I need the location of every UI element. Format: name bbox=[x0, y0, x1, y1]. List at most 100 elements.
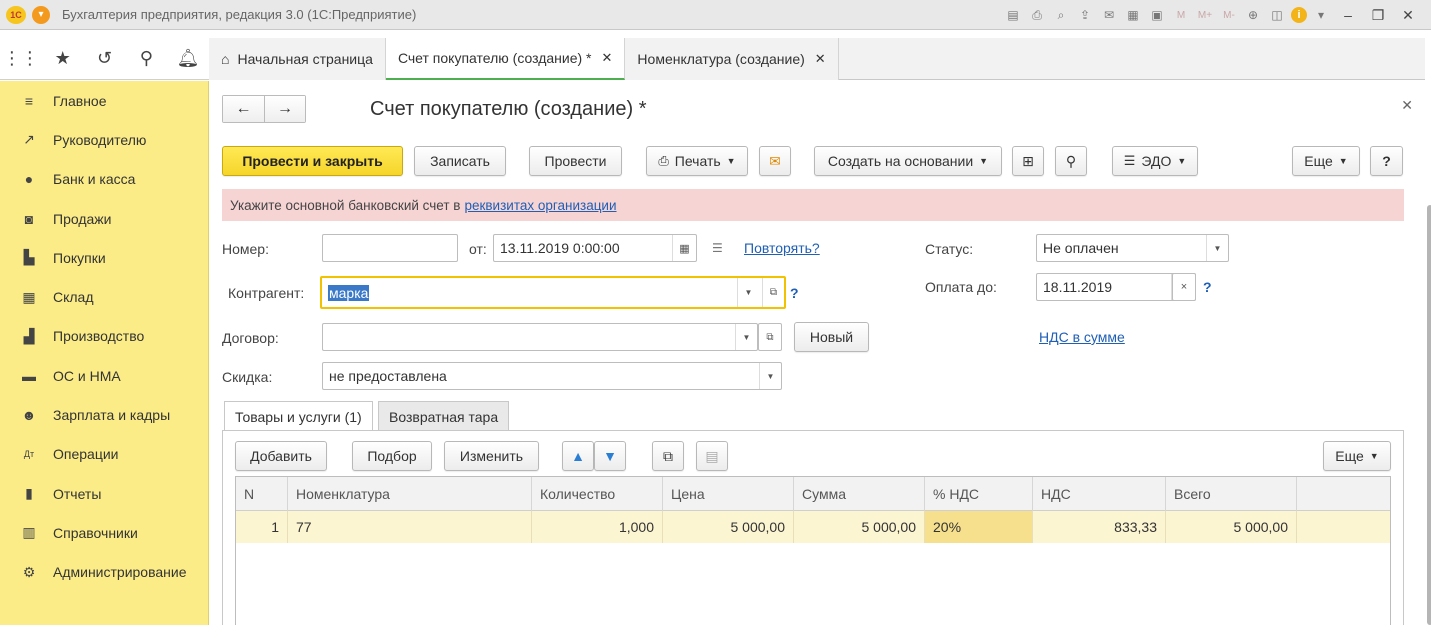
panel-icon[interactable]: ◫ bbox=[1267, 5, 1287, 25]
cell-vat-rate[interactable]: 20% bbox=[925, 511, 1033, 543]
cell-quantity[interactable]: 1,000 bbox=[532, 511, 663, 543]
restore-button[interactable]: ❐ bbox=[1365, 5, 1391, 25]
help-button[interactable]: ? bbox=[1370, 146, 1403, 176]
back-arrow-icon[interactable]: ← bbox=[223, 96, 264, 122]
tab-goods-services[interactable]: Товары и услуги (1) bbox=[224, 401, 373, 431]
repeat-list-icon[interactable]: ☰ bbox=[712, 241, 723, 255]
main-menu-button[interactable]: ▾ bbox=[32, 5, 50, 24]
table-more-button[interactable]: Еще ▼ bbox=[1323, 441, 1391, 471]
more-button[interactable]: Еще ▼ bbox=[1292, 146, 1360, 176]
mail-icon[interactable]: ✉ bbox=[1099, 5, 1119, 25]
number-field[interactable] bbox=[322, 234, 458, 262]
sidebar-item-directories[interactable]: ▥ Справочники bbox=[0, 513, 208, 552]
vat-link[interactable]: НДС в сумме bbox=[1039, 329, 1125, 345]
vertical-scrollbar[interactable] bbox=[1425, 205, 1431, 625]
bell-icon[interactable]: 🔔︎ bbox=[167, 38, 209, 80]
org-details-link[interactable]: реквизитах организации bbox=[464, 198, 616, 213]
apps-grid-icon[interactable]: ⋮⋮ bbox=[0, 38, 42, 80]
copy-icon[interactable]: ⧉ bbox=[652, 441, 684, 471]
sidebar-item-salary[interactable]: ☻ Зарплата и кадры bbox=[0, 395, 208, 434]
column-header-vat[interactable]: НДС bbox=[1033, 477, 1166, 511]
sidebar-item-assets[interactable]: ▬ ОС и НМА bbox=[0, 356, 208, 395]
move-up-icon[interactable]: ▲ bbox=[562, 441, 594, 471]
sidebar-item-production[interactable]: ▟ Производство bbox=[0, 317, 208, 356]
info-icon[interactable]: i bbox=[1291, 7, 1307, 23]
cell-total[interactable]: 5 000,00 bbox=[1166, 511, 1297, 543]
status-select[interactable]: Не оплачен ▼ bbox=[1036, 234, 1229, 262]
sidebar-item-manager[interactable]: ↗ Руководителю bbox=[0, 120, 208, 159]
open-link-icon[interactable]: ⧉ bbox=[758, 323, 782, 351]
cell-nomenclature[interactable]: 77 bbox=[288, 511, 532, 543]
sidebar-item-main[interactable]: ≡ Главное bbox=[0, 81, 208, 120]
chevron-down-icon[interactable]: ▼ bbox=[737, 278, 759, 307]
change-button[interactable]: Изменить bbox=[444, 441, 539, 471]
print-icon[interactable]: ⎙ bbox=[1027, 5, 1047, 25]
chevron-down-icon[interactable]: ▼ bbox=[1206, 235, 1228, 261]
calendar-icon[interactable]: ▣ bbox=[1147, 5, 1167, 25]
calendar-icon[interactable]: ▦ bbox=[672, 235, 696, 261]
open-link-icon[interactable]: ⧉ bbox=[762, 278, 784, 307]
history-icon[interactable]: ↺ bbox=[84, 38, 126, 80]
save-icon[interactable]: ▤ bbox=[1003, 5, 1023, 25]
column-header-price[interactable]: Цена bbox=[663, 477, 794, 511]
paste-icon[interactable]: ▤ bbox=[696, 441, 728, 471]
tab-home[interactable]: ⌂ Начальная страница bbox=[209, 38, 386, 80]
sidebar-item-purchases[interactable]: ▙ Покупки bbox=[0, 238, 208, 277]
table-row[interactable]: 1 77 1,000 5 000,00 5 000,00 20% 833,33 … bbox=[236, 511, 1390, 543]
minimize-button[interactable]: – bbox=[1335, 5, 1361, 25]
post-button[interactable]: Провести bbox=[529, 146, 622, 176]
memory-mplus-icon[interactable]: M+ bbox=[1195, 5, 1215, 25]
scrollbar-thumb[interactable] bbox=[1427, 205, 1431, 625]
cell-vat[interactable]: 833,33 bbox=[1033, 511, 1166, 543]
column-header-total[interactable]: Всего bbox=[1166, 477, 1297, 511]
chevron-down-icon[interactable]: ▼ bbox=[759, 363, 781, 389]
edo-button[interactable]: ☰ ЭДО ▼ bbox=[1112, 146, 1198, 176]
pick-button[interactable]: Подбор bbox=[352, 441, 432, 471]
tab-invoice[interactable]: Счет покупателю (создание) * ✕ bbox=[385, 38, 626, 80]
preview-icon[interactable]: ⌕ bbox=[1051, 5, 1071, 25]
cell-price[interactable]: 5 000,00 bbox=[663, 511, 794, 543]
close-tab-icon[interactable]: ✕ bbox=[815, 51, 826, 67]
close-window-button[interactable]: ✕ bbox=[1395, 5, 1421, 25]
column-header-n[interactable]: N bbox=[236, 477, 288, 511]
sidebar-item-operations[interactable]: Дт Операции bbox=[0, 435, 208, 474]
column-header-quantity[interactable]: Количество bbox=[532, 477, 663, 511]
sidebar-item-bank[interactable]: ● Банк и касса bbox=[0, 160, 208, 199]
tab-nomenclature[interactable]: Номенклатура (создание) ✕ bbox=[625, 38, 839, 80]
sidebar-item-warehouse[interactable]: ▦ Склад bbox=[0, 277, 208, 316]
memory-mminus-icon[interactable]: M- bbox=[1219, 5, 1239, 25]
close-tab-icon[interactable]: ✕ bbox=[602, 50, 613, 66]
close-form-icon[interactable]: ✕ bbox=[1401, 97, 1413, 114]
chevron-down-icon[interactable]: ▼ bbox=[735, 324, 757, 350]
contract-field[interactable]: ▼ bbox=[322, 323, 758, 351]
post-and-close-button[interactable]: Провести и закрыть bbox=[222, 146, 403, 176]
counterparty-field[interactable]: марка ▼ ⧉ bbox=[320, 276, 786, 309]
structure-button[interactable]: ⊞ bbox=[1012, 146, 1044, 176]
tab-returnable-packaging[interactable]: Возвратная тара bbox=[378, 401, 510, 431]
column-header-nomenclature[interactable]: Номенклатура bbox=[288, 477, 532, 511]
discount-select[interactable]: не предоставлена ▼ bbox=[322, 362, 782, 390]
column-header-sum[interactable]: Сумма bbox=[794, 477, 925, 511]
create-based-on-button[interactable]: Создать на основании ▼ bbox=[814, 146, 1002, 176]
help-mark[interactable]: ? bbox=[1203, 279, 1212, 295]
cell-n[interactable]: 1 bbox=[236, 511, 288, 543]
memory-m-icon[interactable]: M bbox=[1171, 5, 1191, 25]
repeat-link[interactable]: Повторять? bbox=[744, 240, 820, 256]
print-button[interactable]: ⎙ Печать ▼ bbox=[646, 146, 748, 176]
dropdown-icon[interactable]: ▾ bbox=[1311, 5, 1331, 25]
upload-icon[interactable]: ⇪ bbox=[1075, 5, 1095, 25]
favorites-star-icon[interactable]: ★ bbox=[42, 38, 84, 80]
sidebar-item-admin[interactable]: ⚙ Администрирование bbox=[0, 553, 208, 592]
date-field[interactable]: 13.11.2019 0:00:00 ▦ bbox=[493, 234, 697, 262]
help-mark[interactable]: ? bbox=[790, 285, 799, 301]
add-row-button[interactable]: Добавить bbox=[235, 441, 327, 471]
zoom-icon[interactable]: ⊕ bbox=[1243, 5, 1263, 25]
attach-button[interactable]: ⚲ bbox=[1055, 146, 1087, 176]
cell-sum[interactable]: 5 000,00 bbox=[794, 511, 925, 543]
sidebar-item-sales[interactable]: ◙ Продажи bbox=[0, 199, 208, 238]
sidebar-item-reports[interactable]: ▮ Отчеты bbox=[0, 474, 208, 513]
new-contract-button[interactable]: Новый bbox=[794, 322, 869, 352]
forward-arrow-icon[interactable]: → bbox=[264, 96, 305, 122]
calculator-icon[interactable]: ▦ bbox=[1123, 5, 1143, 25]
column-header-vat-rate[interactable]: % НДС bbox=[925, 477, 1033, 511]
